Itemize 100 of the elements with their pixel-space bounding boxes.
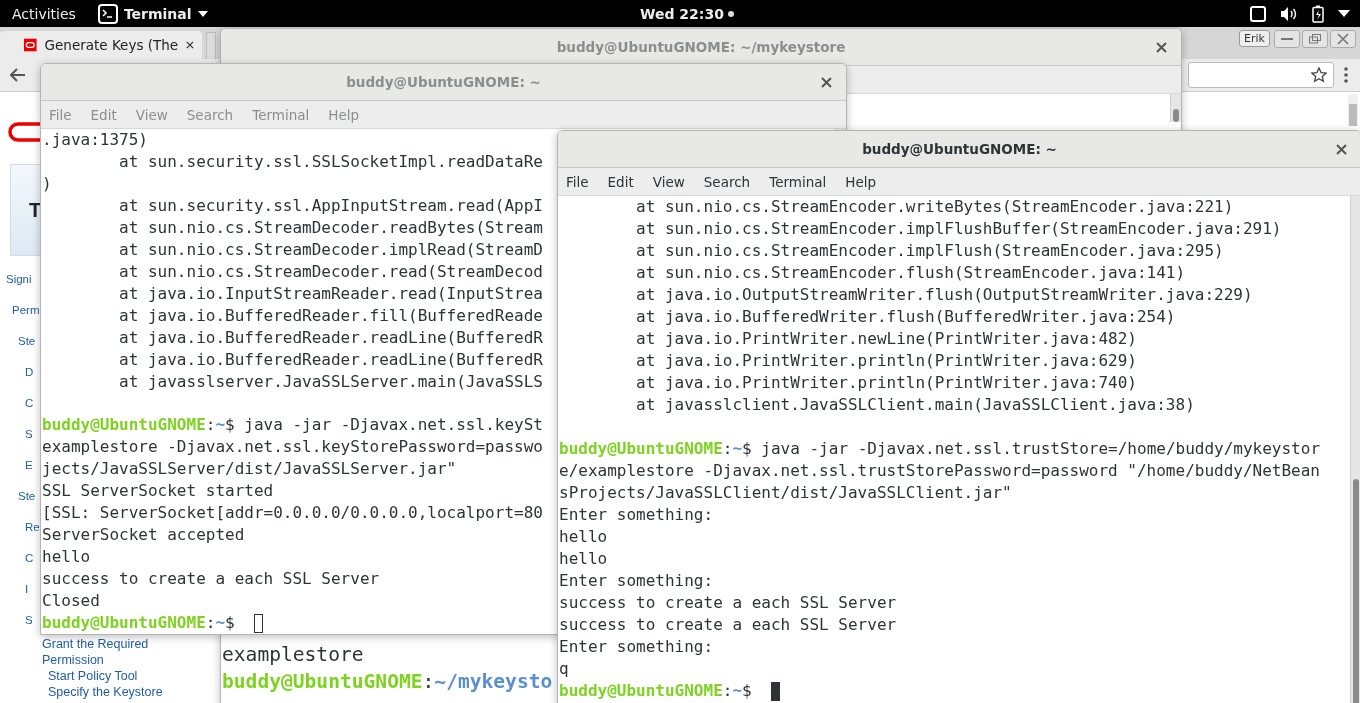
window-title: buddy@UbuntuGNOME: ~ — [346, 74, 541, 90]
terminal-line: Enter something: — [559, 570, 714, 592]
terminal-line: q — [559, 658, 569, 680]
toc-link[interactable]: Specify the Keystore — [48, 685, 163, 699]
toc-link[interactable]: D — [25, 366, 34, 378]
back-arrow-icon[interactable] — [10, 68, 26, 82]
terminal-line: hello — [559, 526, 608, 548]
window-title: buddy@UbuntuGNOME: ~ — [862, 141, 1057, 157]
terminal-line: at sun.nio.cs.StreamEncoder.writeBytes(StreamEncoder.java:221) — [635, 196, 1234, 218]
screen-icon[interactable] — [1250, 5, 1266, 22]
toc-link[interactable]: C — [25, 397, 34, 409]
terminal-line: at java.io.BufferedReader.readLine(BufferedR — [118, 327, 543, 349]
terminal-line: jects/JavaSSLServer/dist/JavaSSLServer.jar" — [42, 458, 457, 480]
toc-link[interactable]: Perm — [12, 304, 40, 316]
minimize-button[interactable] — [1274, 30, 1300, 48]
menu-item[interactable]: Search — [703, 173, 751, 190]
terminal-line: hello — [42, 546, 91, 568]
terminal-line: at java.io.BufferedReader.readLine(BufferedR — [118, 349, 543, 371]
terminal-line: at sun.nio.cs.StreamDecoder.implRead(StreamD — [118, 239, 543, 261]
toc-link[interactable]: C — [25, 552, 34, 564]
terminal-line: at java.io.InputStreamReader.read(InputStrea — [118, 283, 543, 305]
prompt-line: buddy@UbuntuGNOME:~$ — [42, 612, 236, 634]
terminal-line: ) — [42, 173, 52, 195]
star-icon[interactable] — [1311, 67, 1327, 83]
close-icon[interactable] — [186, 40, 194, 50]
terminal-line: e/examplestore -Djavax.net.ssl.trustStorePassword=password "/home/buddy/NetBean — [559, 460, 1320, 482]
logo-icon — [24, 37, 37, 53]
terminal-line: at sun.security.ssl.AppInputStream.read(AppI — [118, 195, 543, 217]
activities-button[interactable]: Activities — [12, 5, 76, 22]
toc-link[interactable]: Signi — [6, 273, 32, 285]
prompt-line: buddy@UbuntuGNOME:~/mykeysto — [222, 669, 553, 695]
terminal-line: at sun.nio.cs.StreamEncoder.implFlush(StreamEncoder.java:295) — [635, 240, 1224, 262]
terminal-line: at sun.nio.cs.StreamDecoder.readBytes(Stream — [118, 217, 543, 239]
prompt-line: buddy@UbuntuGNOME:~$ — [559, 680, 753, 702]
terminal-line: at javasslserver.JavaSSLServer.main(JavaSSLS — [118, 371, 543, 393]
menu-item[interactable]: Terminal — [769, 173, 827, 190]
scrollbar[interactable] — [1170, 94, 1181, 122]
terminal-line: SSL ServerSocket started — [42, 480, 274, 502]
terminal-line: at sun.nio.cs.StreamDecoder.read(StreamDecod — [118, 261, 543, 283]
caret-icon[interactable] — [1338, 10, 1350, 17]
toc-link[interactable]: I — [25, 583, 29, 595]
terminal-line: ServerSocket accepted — [42, 524, 245, 546]
terminal-line: Closed — [42, 590, 100, 612]
terminal-line: at java.io.BufferedWriter.flush(BufferedWriter.java:254) — [635, 306, 1176, 328]
terminal-line: success to create a each SSL Server — [559, 614, 897, 636]
clock[interactable]: Wed 22:30 — [640, 5, 724, 22]
menu-item[interactable]: View — [652, 173, 685, 190]
volume-icon[interactable] — [1280, 5, 1298, 22]
battery-icon[interactable] — [1312, 4, 1324, 23]
toc-link[interactable]: Ste — [18, 490, 36, 502]
notification-dot — [727, 10, 734, 17]
window-title: buddy@UbuntuGNOME: ~/mykeystore — [556, 39, 846, 55]
terminal-line: Enter something: — [559, 636, 714, 658]
app-menu[interactable]: Terminal — [123, 5, 192, 22]
terminal-line: at java.io.PrintWriter.newLine(PrintWriter.java:482) — [635, 328, 1137, 350]
terminal-icon — [97, 3, 118, 24]
close-icon[interactable] — [821, 77, 832, 88]
terminal-line: sProjects/JavaSSLClient/dist/JavaSSLClient.jar" — [559, 482, 1012, 504]
profile-button[interactable]: Erik — [1239, 30, 1270, 47]
close-icon — [1337, 33, 1349, 45]
toc-link[interactable]: E — [25, 459, 33, 471]
caret-icon — [197, 10, 208, 17]
terminal-line: at java.io.PrintWriter.println(PrintWriter.java:740) — [635, 372, 1137, 394]
terminal-line: at javasslclient.JavaSSLClient.main(JavaSSLClient.java:38) — [635, 394, 1195, 416]
terminal-line: at sun.nio.cs.StreamEncoder.flush(StreamEncoder.java:141) — [635, 262, 1186, 284]
menu-item[interactable]: Edit — [607, 173, 634, 190]
terminal-line: hello — [559, 548, 608, 570]
menu-item[interactable]: Help — [845, 173, 877, 190]
prompt-line: buddy@UbuntuGNOME:~$ java -jar -Djavax.net.ssl.keySt — [42, 414, 543, 436]
scrollbar[interactable] — [1350, 196, 1360, 703]
terminal-line: at sun.security.ssl.SSLSocketImpl.readDataRe — [118, 151, 543, 173]
menu-item[interactable]: File — [566, 173, 589, 190]
terminal-line: at java.io.BufferedReader.fill(BufferedReade — [118, 305, 543, 327]
close-icon[interactable] — [1336, 144, 1347, 155]
terminal-line: at java.io.PrintWriter.println(PrintWriter.java:629) — [635, 350, 1137, 372]
page-heading: T — [29, 198, 42, 222]
toc-link[interactable]: Ste — [18, 335, 36, 347]
toc-link[interactable]: S — [25, 428, 33, 440]
terminal-line: examplestore — [222, 642, 364, 668]
close-button[interactable] — [1330, 30, 1356, 48]
browser-tab[interactable]: Generate Keys (The — [0, 31, 202, 59]
close-icon[interactable] — [1156, 42, 1167, 53]
toc-link[interactable]: Re — [25, 521, 40, 533]
toc-link[interactable]: S — [25, 614, 33, 626]
terminal-line: [SSL: ServerSocket[addr=0.0.0.0/0.0.0.0,localport=80 — [42, 502, 543, 524]
terminal-line: examplestore -Djavax.net.ssl.keyStorePassword=passwo — [42, 436, 543, 458]
menu-icon[interactable] — [1344, 67, 1348, 83]
prompt-line: buddy@UbuntuGNOME:~$ java -jar -Djavax.net.ssl.trustStore=/home/buddy/mykeystor — [559, 438, 1320, 460]
terminal-line: success to create a each SSL Server — [559, 592, 897, 614]
toc-link[interactable]: Start Policy Tool — [48, 669, 138, 683]
terminal-line: at java.io.OutputStreamWriter.flush(OutputStreamWriter.java:229) — [635, 284, 1253, 306]
terminal-line: .java:1375) — [42, 129, 148, 151]
scrollbar[interactable] — [1348, 94, 1358, 126]
restore-icon — [1309, 34, 1321, 44]
terminal-line: Enter something: — [559, 504, 714, 526]
minimize-icon — [1281, 37, 1293, 41]
terminal-line: at sun.nio.cs.StreamEncoder.implFlushBuffer(StreamEncoder.java:291) — [635, 218, 1282, 240]
toc-link[interactable]: Grant the Required Permission — [42, 636, 162, 668]
restore-button[interactable] — [1302, 30, 1328, 48]
terminal-line: success to create a each SSL Server — [42, 568, 380, 590]
